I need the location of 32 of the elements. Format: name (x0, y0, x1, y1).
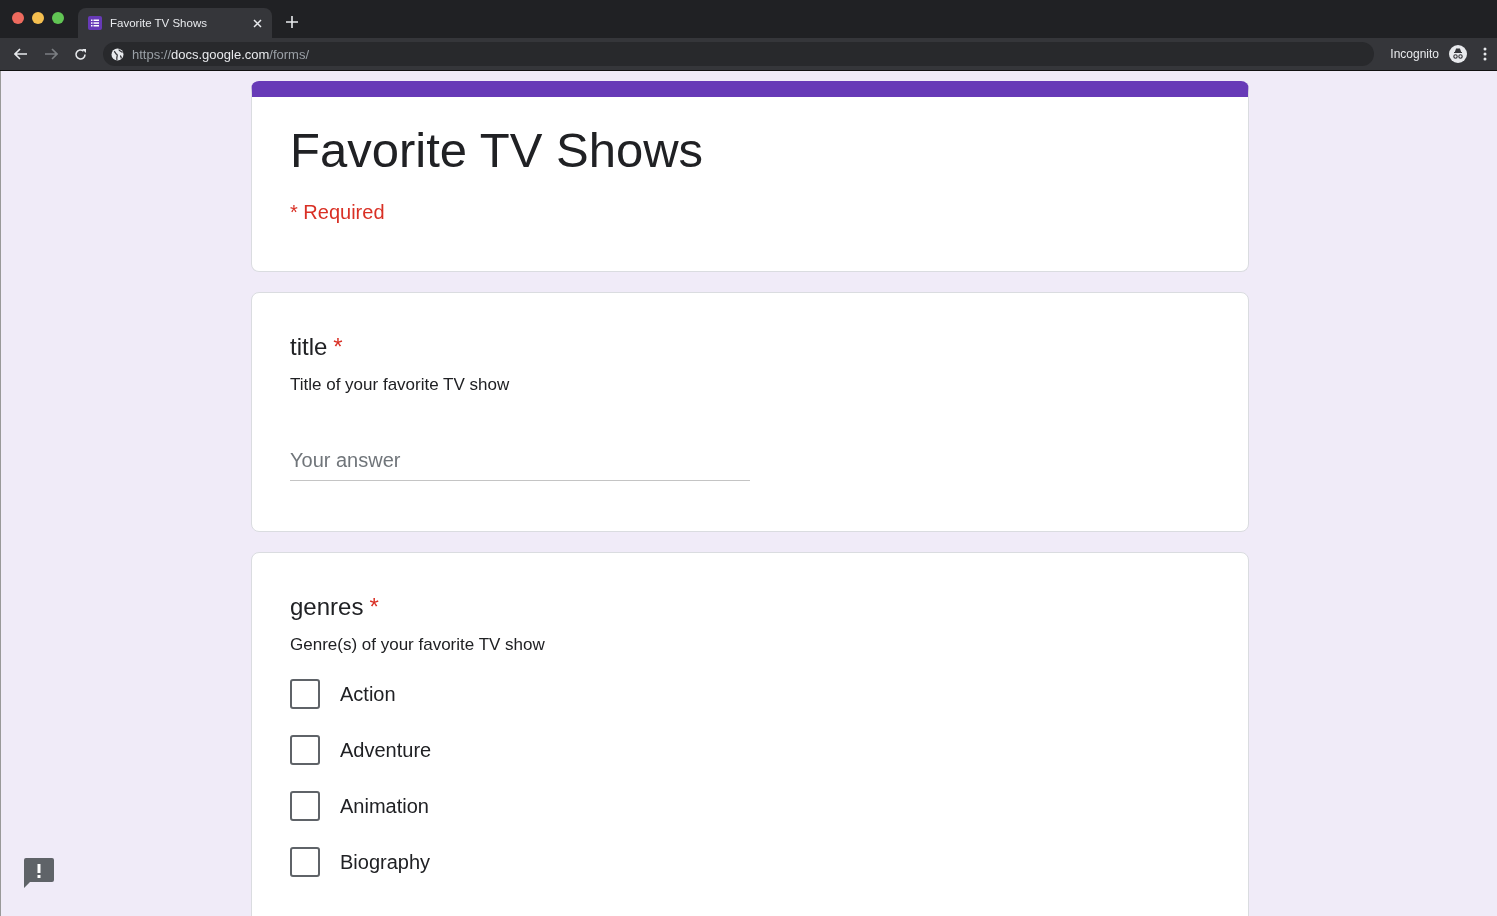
checkbox[interactable] (290, 735, 320, 765)
question-description: Genre(s) of your favorite TV show (290, 635, 546, 655)
required-asterisk: * (333, 333, 343, 361)
incognito-icon[interactable] (1449, 45, 1467, 63)
option-label[interactable]: Action (340, 682, 396, 706)
question-description: Title of your favorite TV show (290, 375, 511, 395)
form-list-icon (88, 16, 102, 30)
option-label[interactable]: Adventure (340, 738, 432, 762)
question-title: genres (290, 593, 364, 621)
checkbox[interactable] (290, 847, 320, 877)
address-bar[interactable]: https://docs.google.com/forms/ (103, 42, 1375, 66)
back-arrow-icon[interactable] (14, 48, 28, 60)
browser-tab[interactable]: Favorite TV Shows (78, 8, 272, 38)
option-label[interactable]: Biography (340, 850, 431, 874)
close-tab-icon[interactable] (253, 18, 262, 28)
required-note: * Required (290, 201, 386, 224)
forward-arrow-icon[interactable] (44, 48, 58, 60)
incognito-label: Incognito (1390, 47, 1439, 61)
checkbox[interactable] (290, 791, 320, 821)
option-label[interactable]: Animation (340, 794, 429, 818)
question-title: title (290, 333, 328, 361)
form-title: Favorite TV Shows (290, 122, 705, 179)
feedback-icon[interactable] (22, 856, 54, 888)
reload-icon[interactable] (74, 47, 87, 61)
checkbox[interactable] (290, 679, 320, 709)
minimize-window-button[interactable] (32, 12, 44, 24)
close-window-button[interactable] (12, 12, 24, 24)
maximize-window-button[interactable] (52, 12, 64, 24)
required-asterisk: * (369, 593, 379, 621)
globe-icon (111, 47, 124, 61)
new-tab-icon[interactable] (286, 16, 298, 28)
menu-icon[interactable] (1483, 47, 1487, 61)
